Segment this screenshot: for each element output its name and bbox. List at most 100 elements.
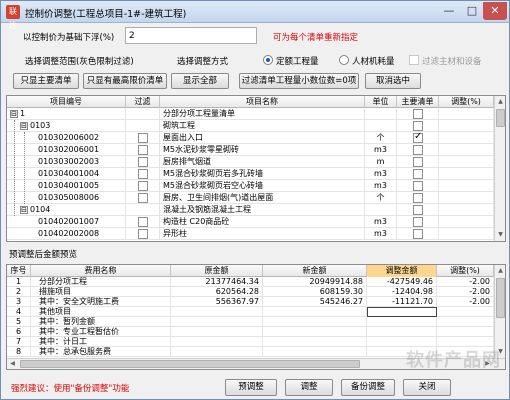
main-only-button[interactable]: 只显主要清单 xyxy=(13,73,79,89)
bill-grid-vscroll[interactable]: ▲ ▼ xyxy=(494,96,505,241)
radio-quota-label[interactable]: 定额工程量 xyxy=(276,55,319,67)
adjust-cell[interactable] xyxy=(439,216,494,228)
filter-checkbox[interactable] xyxy=(138,133,148,143)
table-row[interactable]: 010304001004 M5混合砂浆砌页岩多孔砖墙 m3 xyxy=(7,168,494,180)
main-item-checkbox[interactable] xyxy=(413,193,423,203)
filter-checkbox[interactable] xyxy=(138,229,148,239)
adjust-cell[interactable] xyxy=(439,108,494,120)
adjust-cell[interactable] xyxy=(439,180,494,192)
col-main-header[interactable]: 主要清单 xyxy=(397,96,439,108)
adjust-cell[interactable] xyxy=(439,168,494,180)
main-item-checkbox[interactable] xyxy=(413,217,423,227)
col-new-header[interactable]: 新金额 xyxy=(263,265,367,277)
tree-expand-icon[interactable]: ⊟ xyxy=(20,121,28,130)
adjust-cell[interactable] xyxy=(439,156,494,168)
col-unit-header[interactable]: 单位 xyxy=(365,96,397,108)
close-icon[interactable]: ✕ xyxy=(483,2,507,20)
filter-checkbox[interactable] xyxy=(138,145,148,155)
main-item-checkbox[interactable] xyxy=(413,157,423,167)
main-item-checkbox[interactable] xyxy=(413,205,423,215)
filter-checkbox[interactable] xyxy=(138,217,148,227)
tree-expand-icon[interactable]: ⊟ xyxy=(20,205,28,214)
table-row[interactable]: 010302006001 M5水泥砂浆零星砌砖 m3 xyxy=(7,144,494,156)
table-row[interactable]: 4 其他项目 xyxy=(7,307,494,317)
col-code-header[interactable]: 项目编号 xyxy=(7,96,126,108)
adjust-cell[interactable] xyxy=(439,120,494,132)
preview-adjust-button[interactable]: 预调整 xyxy=(225,379,277,396)
main-item-checkbox[interactable] xyxy=(413,229,423,239)
col-fee-header[interactable]: 费用名称 xyxy=(31,265,171,277)
main-item-checkbox[interactable] xyxy=(413,121,423,131)
table-row[interactable]: 3 其中：安全文明施工费 556367.97 545246.27 -11121.70 -2… xyxy=(7,297,494,307)
adjust-cell[interactable] xyxy=(439,144,494,156)
table-row[interactable]: 010402002008 异形柱 m3 xyxy=(7,228,494,240)
col-filter-header[interactable]: 过滤 xyxy=(126,96,160,108)
col-adjust-header[interactable]: 调整(%) xyxy=(439,96,494,108)
adj-amount-cell[interactable]: -427549.46 xyxy=(367,277,437,287)
scroll-up-icon[interactable]: ▲ xyxy=(495,96,505,107)
main-item-checkbox[interactable] xyxy=(413,169,423,179)
unit-cell: 个 xyxy=(365,132,397,144)
base-percent-input[interactable]: 2 xyxy=(125,27,257,44)
filter-checkbox[interactable] xyxy=(138,193,148,203)
scroll-up-icon[interactable]: ▲ xyxy=(495,265,505,276)
main-item-checkbox[interactable] xyxy=(413,132,423,143)
adjust-cell[interactable] xyxy=(439,132,494,144)
adj-amount-cell[interactable] xyxy=(367,317,437,327)
table-row[interactable]: 1 分部分项工程 21377464.34 20949914.88 -427549.46-… xyxy=(7,277,494,287)
main-item-checkbox[interactable] xyxy=(413,109,423,119)
radio-resource-label[interactable]: 人材机耗量 xyxy=(352,55,395,67)
main-cell xyxy=(397,132,439,144)
table-row[interactable]: 5 其中：暂列金额 xyxy=(7,317,494,327)
scroll-thumb[interactable] xyxy=(20,360,360,368)
radio-resource[interactable] xyxy=(339,55,349,65)
title-bar[interactable]: 联达 控制价调整(工程总项目-1#-建筑工程) — □ ✕ xyxy=(1,1,509,30)
close-button[interactable]: 关闭 xyxy=(403,379,451,396)
col-name-header[interactable]: 项目名称 xyxy=(160,96,365,108)
bill-items-grid[interactable]: 项目编号 过滤 项目名称 单位 主要清单 调整(%) ⊟ 1 分部分项工程量清单 ⊟ 0… xyxy=(6,95,506,242)
tree-guide-line xyxy=(14,120,15,216)
col-orig-header[interactable]: 原金额 xyxy=(171,265,263,277)
col-no-header[interactable]: 序号 xyxy=(7,265,31,277)
table-row[interactable]: 010303002003 厨房排气烟道 m xyxy=(7,156,494,168)
limited-price-button[interactable]: 只显有最高限价清单 xyxy=(83,73,167,89)
preview-grid-vscroll[interactable]: ▲ ▼ xyxy=(494,265,505,358)
adjust-button[interactable]: 调整 xyxy=(285,379,333,396)
filter-decimal-button[interactable]: 过滤清单工程量小数位数=0项 xyxy=(239,73,359,89)
main-item-checkbox[interactable] xyxy=(413,145,423,155)
scroll-thumb[interactable] xyxy=(496,278,505,318)
table-row[interactable]: 010304001005 M5混合砂浆砌页岩空心砖墙 m3 xyxy=(7,180,494,192)
minimize-icon[interactable]: — xyxy=(439,2,459,20)
table-row[interactable]: ⊟ 1 分部分项工程量清单 xyxy=(7,108,494,120)
table-row[interactable]: ⊟ 0104 混凝土及钢筋混凝土工程 xyxy=(7,204,494,216)
table-row[interactable]: 2 措施项目 620564.28 608159.30 -12404.98 -2.00 xyxy=(7,287,494,297)
adjust-cell[interactable] xyxy=(439,192,494,204)
col-adj-amount-header[interactable]: 调整金额 xyxy=(367,265,437,277)
cancel-select-button[interactable]: 取消选中 xyxy=(365,73,421,89)
table-row[interactable]: ⊟ 0103 砌筑工程 xyxy=(7,120,494,132)
table-row[interactable]: 010305008006 厨房、卫生间排烟(气)道出屋面个 xyxy=(7,192,494,204)
scroll-thumb[interactable] xyxy=(496,109,505,127)
filter-checkbox[interactable] xyxy=(138,181,148,191)
filter-checkbox[interactable] xyxy=(138,169,148,179)
filter-main-checkbox[interactable] xyxy=(409,55,419,65)
adj-amount-cell[interactable]: -12404.98 xyxy=(367,287,437,297)
filter-checkbox[interactable] xyxy=(138,157,148,167)
scroll-left-icon[interactable]: ◀ xyxy=(7,359,18,369)
adjust-cell[interactable] xyxy=(439,228,494,240)
adj-amount-cell[interactable] xyxy=(367,327,437,337)
maximize-icon[interactable]: □ xyxy=(462,2,482,20)
main-item-checkbox[interactable] xyxy=(413,181,423,191)
adj-amount-cell[interactable]: -11121.70 xyxy=(367,297,437,307)
backup-adjust-button[interactable]: 备份调整 xyxy=(341,379,395,396)
adj-amount-cell[interactable] xyxy=(367,307,437,317)
scroll-down-icon[interactable]: ▼ xyxy=(495,229,505,240)
tree-expand-icon[interactable]: ⊟ xyxy=(10,109,18,118)
table-row[interactable]: 010302006002 屋面出入口个 xyxy=(7,132,494,144)
col-adj-pct-header[interactable]: 调整(%) xyxy=(437,265,494,277)
radio-quota[interactable] xyxy=(263,55,273,65)
table-row[interactable]: 010402001007 构造柱 C20商品砼 m3 xyxy=(7,216,494,228)
show-all-button[interactable]: 显示全部 xyxy=(171,73,229,89)
adjust-cell[interactable] xyxy=(439,204,494,216)
table-row[interactable]: 6 其中：专业工程暂估价 xyxy=(7,327,494,337)
